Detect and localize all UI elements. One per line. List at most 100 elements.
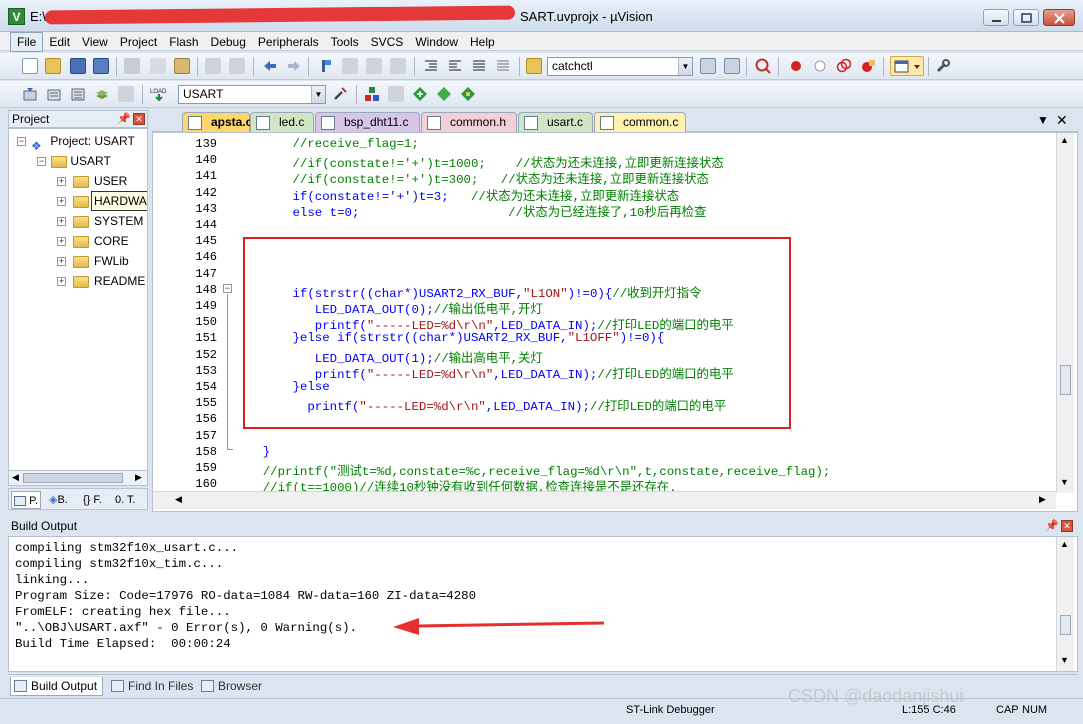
save-icon[interactable]: [70, 58, 86, 74]
window-layout-dropdown[interactable]: [890, 56, 924, 76]
scroll-left-icon[interactable]: ◀: [175, 494, 182, 505]
pin-icon[interactable]: 📌: [117, 111, 131, 127]
expand-icon[interactable]: +: [57, 277, 66, 286]
menu-debug[interactable]: Debug: [205, 33, 252, 51]
scroll-down-icon[interactable]: ▼: [1060, 655, 1069, 665]
new-file-icon[interactable]: [22, 58, 38, 74]
tab-list-chevron-icon[interactable]: ▼: [1037, 113, 1049, 127]
group-core[interactable]: CORE: [94, 231, 129, 251]
redo-icon[interactable]: [229, 58, 245, 74]
expand-icon[interactable]: +: [57, 177, 66, 186]
project-hscrollbar[interactable]: ◀ ▶: [8, 470, 148, 486]
target-combo[interactable]: USART ▼: [178, 85, 326, 104]
tab-usart-c[interactable]: usart.c: [518, 112, 593, 132]
chevron-down-icon[interactable]: ▼: [678, 58, 692, 75]
rebuild-icon[interactable]: [70, 86, 86, 102]
expand-icon[interactable]: +: [57, 197, 66, 206]
clear-bookmarks-icon[interactable]: [390, 58, 406, 74]
tab-find-in-files[interactable]: Find In Files: [108, 677, 198, 696]
scroll-up-icon[interactable]: ▲: [1060, 135, 1069, 145]
open-folder-icon[interactable]: [45, 58, 61, 74]
scroll-up-icon[interactable]: ▲: [1060, 539, 1069, 549]
tab-common-h[interactable]: common.h: [421, 112, 517, 132]
disable-all-breakpoints-icon[interactable]: [836, 58, 852, 74]
kill-all-breakpoints-icon[interactable]: [860, 58, 876, 74]
pin-icon[interactable]: 📌: [1045, 517, 1059, 535]
breakpoint-icon[interactable]: [788, 58, 804, 74]
code-line[interactable]: else t=0; //状态为已经连接了,10秒后再检查: [233, 202, 706, 220]
menu-peripherals[interactable]: Peripherals: [252, 33, 325, 51]
target-options-icon[interactable]: [332, 86, 348, 102]
unindent-icon[interactable]: [447, 58, 463, 74]
group-readme[interactable]: README: [94, 271, 145, 291]
debug-session-icon[interactable]: [755, 58, 771, 74]
copy-icon[interactable]: [150, 58, 166, 74]
minimize-button[interactable]: [983, 9, 1009, 26]
collapse-icon[interactable]: −: [17, 137, 26, 146]
fold-collapse-icon[interactable]: −: [223, 284, 232, 293]
find-in-files-icon[interactable]: [526, 58, 542, 74]
tab-project[interactable]: P.: [11, 491, 42, 509]
menu-edit[interactable]: Edit: [43, 33, 76, 51]
run-time-env-icon[interactable]: [460, 86, 476, 102]
tab-functions[interactable]: {} F.: [81, 491, 104, 509]
disable-breakpoint-icon[interactable]: [812, 58, 828, 74]
file-extensions-icon[interactable]: [388, 86, 404, 102]
menu-file[interactable]: File: [10, 32, 44, 52]
expand-icon[interactable]: +: [57, 257, 66, 266]
indent-icon[interactable]: [423, 58, 439, 74]
menu-svcs[interactable]: SVCS: [365, 33, 410, 51]
scroll-thumb[interactable]: [1060, 615, 1071, 635]
expand-icon[interactable]: +: [57, 237, 66, 246]
stop-build-icon[interactable]: [118, 86, 134, 102]
collapse-icon[interactable]: −: [37, 157, 46, 166]
close-panel-icon[interactable]: ✕: [1061, 520, 1073, 532]
bookmark-icon[interactable]: [318, 58, 334, 74]
save-all-icon[interactable]: [93, 58, 109, 74]
pack-installer-icon[interactable]: [412, 86, 428, 102]
manage-components-icon[interactable]: [364, 86, 380, 102]
batch-build-icon[interactable]: [94, 86, 110, 102]
group-user[interactable]: USER: [94, 171, 127, 191]
tab-build-output[interactable]: Build Output: [10, 677, 104, 696]
prev-bookmark-icon[interactable]: [342, 58, 358, 74]
project-root[interactable]: ❖ Project: USART: [31, 131, 135, 153]
tab-bsp-dht11-c[interactable]: bsp_dht11.c: [315, 112, 420, 132]
scroll-down-icon[interactable]: ▼: [1060, 477, 1069, 487]
close-tab-icon[interactable]: ✕: [1056, 112, 1068, 129]
build-output-log[interactable]: compiling stm32f10x_usart.c... compiling…: [8, 536, 1078, 672]
incremental-find-icon[interactable]: [724, 58, 740, 74]
close-window-button[interactable]: [1043, 9, 1075, 26]
code-line[interactable]: }: [233, 445, 270, 459]
build-icon[interactable]: [46, 86, 62, 102]
tab-templates[interactable]: 0. T.: [113, 491, 138, 509]
navigate-back-icon[interactable]: [262, 58, 278, 74]
next-bookmark-icon[interactable]: [366, 58, 382, 74]
undo-icon[interactable]: [205, 58, 221, 74]
paste-icon[interactable]: [174, 58, 190, 74]
uncomment-icon[interactable]: [495, 58, 511, 74]
close-panel-icon[interactable]: ✕: [133, 113, 145, 125]
menu-tools[interactable]: Tools: [325, 33, 365, 51]
scroll-thumb[interactable]: [23, 473, 123, 483]
tab-books[interactable]: ◈B.: [47, 491, 70, 509]
menu-flash[interactable]: Flash: [163, 33, 204, 51]
target-node[interactable]: USART: [51, 151, 111, 171]
find-combo[interactable]: catchctl ▼: [547, 57, 693, 76]
scroll-right-icon[interactable]: ▶: [1039, 494, 1046, 505]
find-icon[interactable]: [700, 58, 716, 74]
tab-common-c[interactable]: common.c: [594, 112, 686, 132]
tab-led-c[interactable]: led.c: [250, 112, 314, 132]
select-packs-icon[interactable]: [436, 86, 452, 102]
group-system[interactable]: SYSTEM: [94, 211, 143, 231]
menu-help[interactable]: Help: [464, 33, 501, 51]
comment-icon[interactable]: [471, 58, 487, 74]
code-line[interactable]: //receive_flag=1;: [233, 137, 419, 151]
build-vscrollbar[interactable]: ▲ ▼: [1056, 537, 1074, 671]
menu-window[interactable]: Window: [409, 33, 464, 51]
expand-icon[interactable]: +: [57, 217, 66, 226]
menu-view[interactable]: View: [76, 33, 114, 51]
configure-wrench-icon[interactable]: [935, 58, 951, 74]
scroll-right-icon[interactable]: ▶: [135, 472, 142, 483]
navigate-forward-icon[interactable]: [286, 58, 302, 74]
